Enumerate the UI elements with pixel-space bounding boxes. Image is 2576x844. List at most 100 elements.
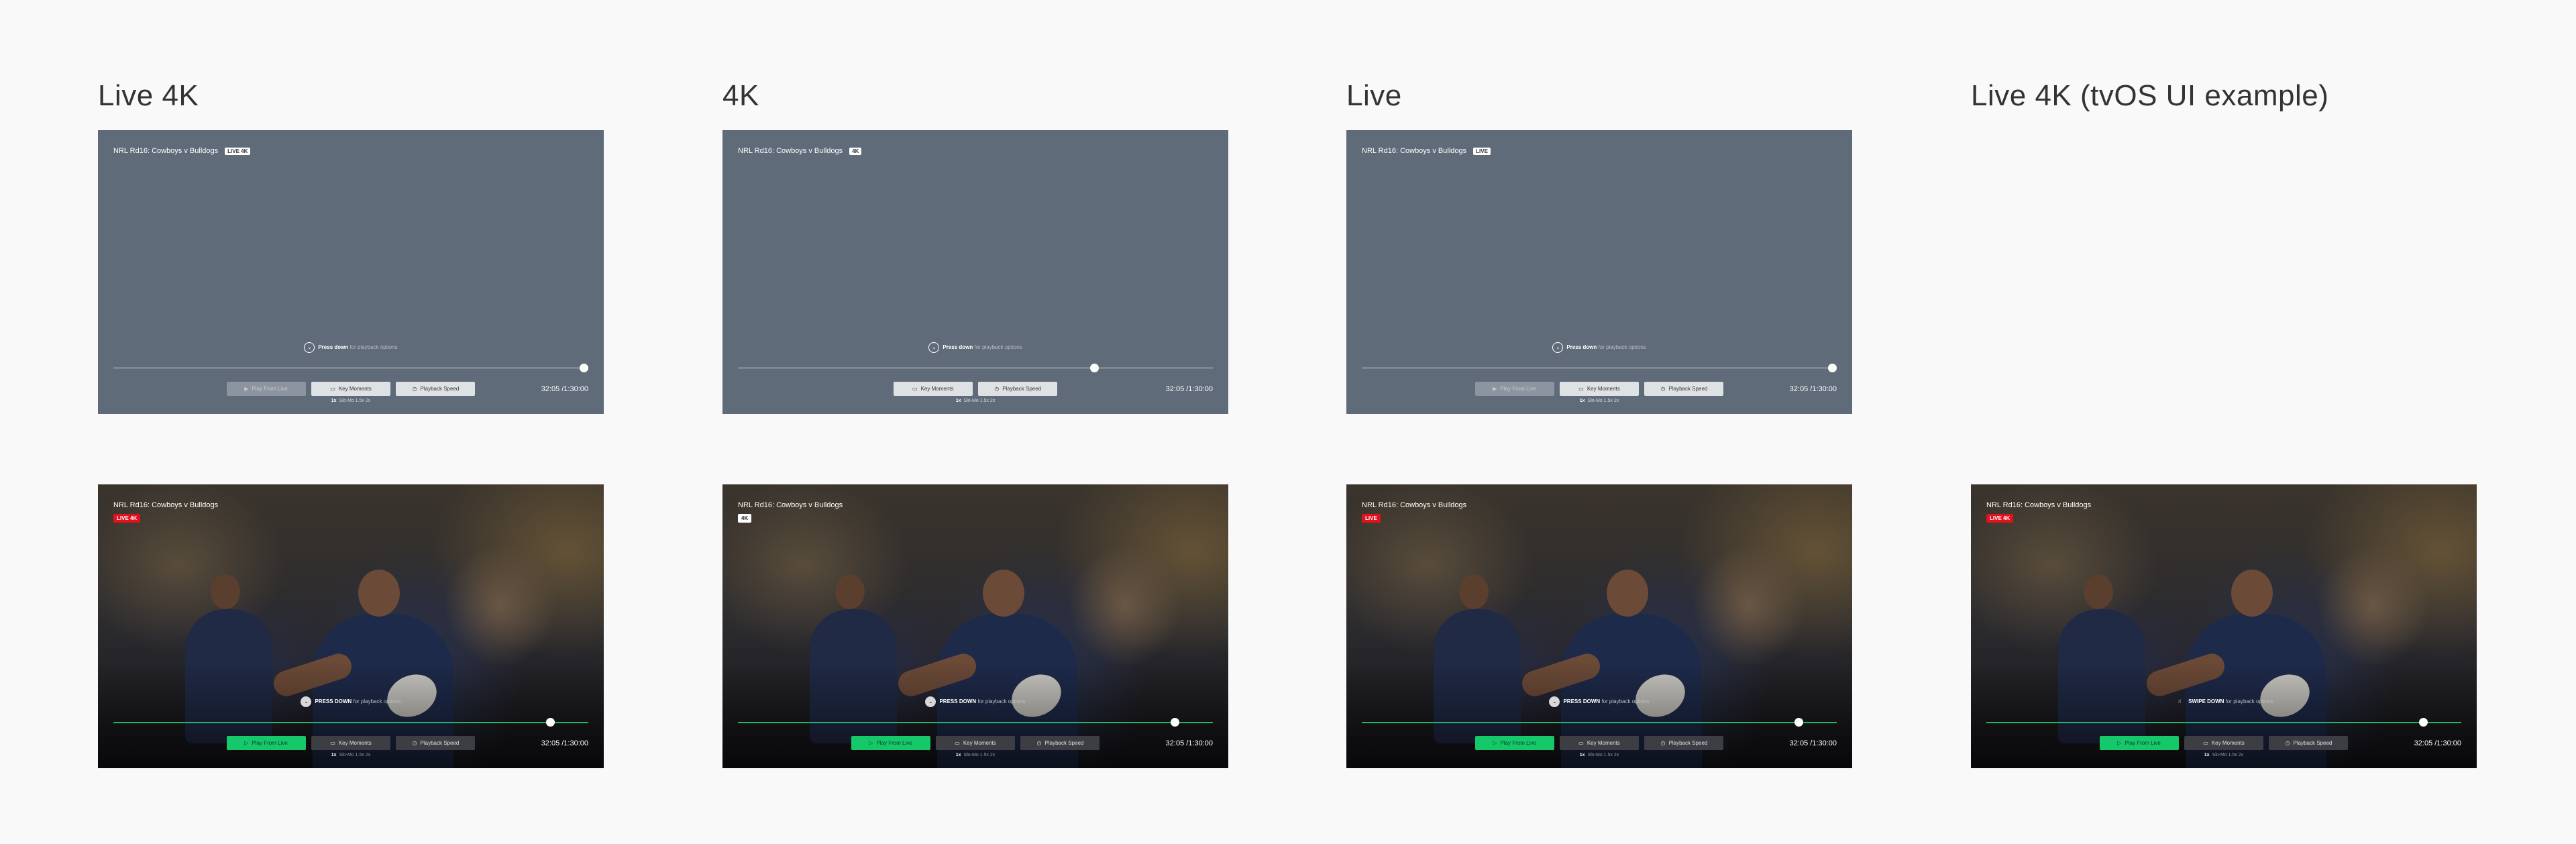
time-display: 32:05 /1:30:00 [1165, 739, 1213, 747]
progress-knob[interactable] [546, 718, 555, 727]
comment-icon: ▭ [912, 386, 918, 392]
play-icon: ▷ [869, 740, 873, 746]
speed-icon: ◷ [1036, 740, 1042, 746]
time-display: 32:05 /1:30:00 [541, 739, 588, 747]
wireframe-live: NRL Rd16: Cowboys v Bulldogs LIVE ⌄ Press … [1346, 130, 1852, 414]
time-display: 32:05 /1:30:00 [1789, 739, 1837, 747]
press-down-hint: ⌄ PRESS DOWN for playback options [98, 696, 604, 707]
playback-speed-button[interactable]: ◷ Playback Speed [1020, 736, 1100, 750]
live-4k-badge: LIVE 4K [1986, 514, 2014, 523]
comment-icon: ▭ [330, 386, 335, 392]
play-from-live-button[interactable]: ▷ Play From Live [2099, 736, 2179, 750]
key-moments-button[interactable]: ▭ Key Moments [936, 736, 1015, 750]
chevron-down-icon: ⌄ [925, 696, 936, 707]
live-badge: LIVE [1473, 147, 1491, 155]
column-title-live: Live [1346, 79, 1402, 112]
press-down-hint: ⌄ PRESS DOWN for playback options [1346, 696, 1852, 707]
progress-knob[interactable] [1794, 718, 1804, 727]
playback-speed-button[interactable]: ◷ Playback Speed [1644, 736, 1724, 750]
time-display: 32:05 /1:30:00 [1789, 385, 1837, 393]
live-badge: LIVE [1362, 514, 1381, 523]
live-4k-badge: LIVE 4K [113, 514, 141, 523]
time-display: 32:05 /1:30:00 [1165, 385, 1213, 393]
playback-controls: ▷ Play From Live ▭ Key Moments ◷ Playback S… [722, 736, 1228, 750]
column-title-live-4k: Live 4K [98, 79, 199, 112]
progress-knob[interactable] [1827, 364, 1837, 372]
progress-knob[interactable] [2419, 718, 2428, 727]
player-live: NRL Rd16: Cowboys v Bulldogs LIVE ⌄ PRESS… [1346, 484, 1852, 768]
play-icon: ▷ [1493, 740, 1497, 746]
swipe-down-hint: ☝ SWIPE DOWN for playback options [1971, 696, 2477, 707]
speed-icon: ◷ [994, 386, 1000, 392]
play-from-live-button[interactable]: ▶ Play From Live [1474, 382, 1554, 396]
key-moments-button[interactable]: ▭ Key Moments [893, 382, 973, 396]
playback-speed-button[interactable]: ◷ Playback Speed [1644, 382, 1724, 396]
comment-icon: ▭ [330, 740, 335, 746]
speed-options[interactable]: 1x Slo-Mo 1.5x 2x [1346, 399, 1852, 403]
match-title: NRL Rd16: Cowboys v Bulldogs [1986, 501, 2092, 509]
match-title: NRL Rd16: Cowboys v Bulldogs [1362, 501, 1467, 509]
speed-options[interactable]: 1x Slo-Mo 1.5x 2x [98, 753, 604, 757]
play-from-live-button[interactable]: ▶ Play From Live [226, 382, 306, 396]
playback-speed-button[interactable]: ◷ Playback Speed [396, 382, 476, 396]
speed-options[interactable]: 1x Slo-Mo 1.5x 2x [98, 399, 604, 403]
match-title: NRL Rd16: Cowboys v Bulldogs LIVE [1362, 147, 1491, 155]
live-4k-badge: LIVE 4K [225, 147, 251, 155]
wireframe-4k: NRL Rd16: Cowboys v Bulldogs 4K ⌄ Press do… [722, 130, 1228, 414]
play-from-live-button[interactable]: ▷ Play From Live [1474, 736, 1554, 750]
comment-icon: ▭ [2203, 740, 2208, 746]
time-display: 32:05 /1:30:00 [541, 385, 588, 393]
comment-icon: ▭ [1578, 740, 1584, 746]
progress-track[interactable] [1986, 718, 2461, 727]
playback-speed-button[interactable]: ◷ Playback Speed [2269, 736, 2349, 750]
press-down-hint: ⌄ Press down for playback options [1346, 342, 1852, 353]
playback-controls: ▶ Play From Live ▭ Key Moments ◷ Playback S… [1346, 382, 1852, 396]
speed-options[interactable]: 1x Slo-Mo 1.5x 2x [722, 399, 1228, 403]
4k-badge: 4K [738, 514, 752, 523]
progress-track[interactable] [1362, 718, 1837, 727]
key-moments-button[interactable]: ▭ Key Moments [2184, 736, 2263, 750]
key-moments-button[interactable]: ▭ Key Moments [311, 382, 390, 396]
progress-knob[interactable] [1171, 718, 1180, 727]
playback-speed-button[interactable]: ◷ Playback Speed [396, 736, 476, 750]
progress-track[interactable] [738, 718, 1213, 727]
press-down-hint: ⌄ Press down for playback options [722, 342, 1228, 353]
key-moments-button[interactable]: ▭ Key Moments [1560, 736, 1639, 750]
progress-knob[interactable] [579, 364, 588, 372]
progress-track[interactable] [113, 718, 588, 727]
swipe-gesture-icon: ☝ [2178, 698, 2182, 704]
key-moments-button[interactable]: ▭ Key Moments [1560, 382, 1639, 396]
speed-icon: ◷ [2285, 740, 2290, 746]
play-icon: ▶ [244, 386, 249, 392]
playback-controls: ▷ Play From Live ▭ Key Moments ◷ Playback S… [98, 736, 604, 750]
key-moments-button[interactable]: ▭ Key Moments [311, 736, 390, 750]
playback-speed-button[interactable]: ◷ Playback Speed [978, 382, 1058, 396]
column-title-tvos: Live 4K (tvOS UI example) [1971, 79, 2329, 112]
speed-options[interactable]: 1x Slo-Mo 1.5x 2x [1971, 753, 2477, 757]
chevron-down-icon: ⌄ [1549, 696, 1560, 707]
play-icon: ▶ [1493, 386, 1497, 392]
speed-options[interactable]: 1x Slo-Mo 1.5x 2x [722, 753, 1228, 757]
speed-icon: ◷ [412, 386, 417, 392]
column-title-4k: 4K [722, 79, 759, 112]
progress-knob[interactable] [1090, 364, 1099, 372]
playback-controls: ▷ Play From Live ▭ Key Moments ◷ Playback S… [1971, 736, 2477, 750]
play-from-live-button[interactable]: ▷ Play From Live [851, 736, 930, 750]
match-title: NRL Rd16: Cowboys v Bulldogs 4K [738, 147, 862, 155]
press-down-hint: ⌄ PRESS DOWN for playback options [722, 696, 1228, 707]
play-icon: ▷ [244, 740, 249, 746]
time-display: 32:05 /1:30:00 [2414, 739, 2461, 747]
play-from-live-button[interactable]: ▷ Play From Live [226, 736, 306, 750]
speed-options[interactable]: 1x Slo-Mo 1.5x 2x [1346, 753, 1852, 757]
player-tvos: NRL Rd16: Cowboys v Bulldogs LIVE 4K ☝ SW… [1971, 484, 2477, 768]
comment-icon: ▭ [1578, 386, 1584, 392]
speed-icon: ◷ [412, 740, 417, 746]
play-icon: ▷ [2117, 740, 2122, 746]
chevron-down-icon: ⌄ [928, 342, 940, 353]
4k-badge: 4K [849, 147, 862, 155]
speed-icon: ◷ [1660, 740, 1666, 746]
press-down-hint: ⌄ Press down for playback options [98, 342, 604, 353]
match-title: NRL Rd16: Cowboys v Bulldogs LIVE 4K [113, 147, 251, 155]
player-live-4k: NRL Rd16: Cowboys v Bulldogs LIVE 4K ⌄ PR… [98, 484, 604, 768]
match-title: NRL Rd16: Cowboys v Bulldogs [113, 501, 219, 509]
